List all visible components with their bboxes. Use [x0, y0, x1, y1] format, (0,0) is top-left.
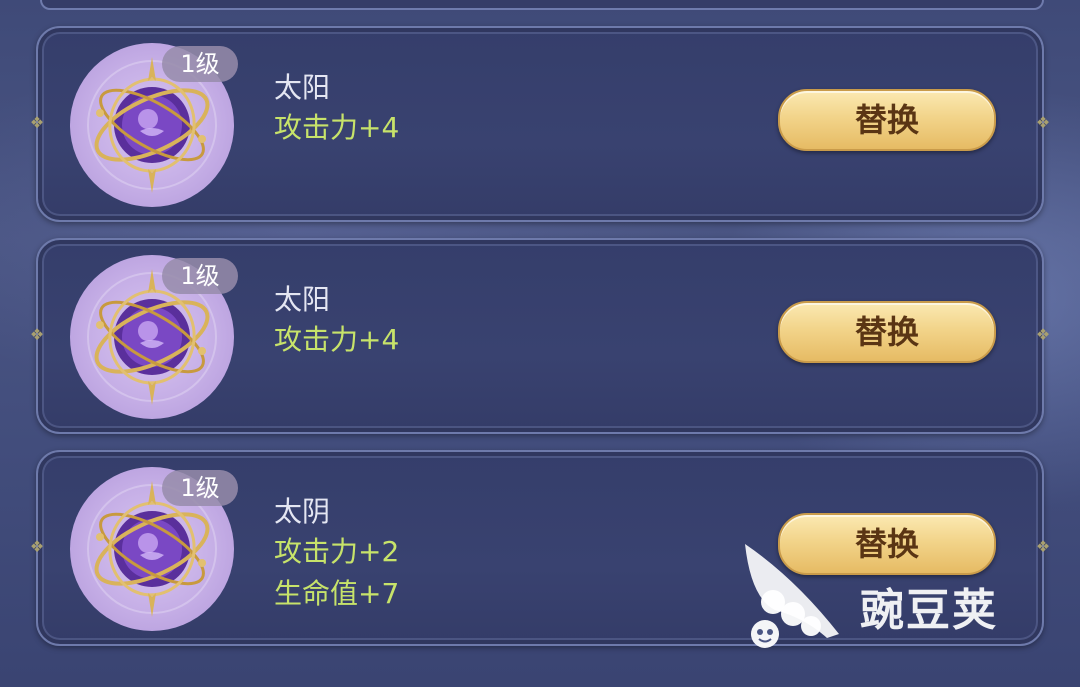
ornament-right-icon: ❖ [1035, 325, 1051, 344]
item-stat: 攻击力+4 [274, 323, 400, 356]
item-name: 太阴 [274, 495, 331, 528]
item-name: 太阳 [274, 283, 331, 316]
pea-pod-icon [745, 544, 839, 648]
item-name: 太阳 [274, 71, 331, 104]
item-card: ❖ ❖ 1级 太阳 攻击力+4 替换 [26, 26, 1054, 222]
watermark-text: 豌豆荚 [860, 585, 998, 636]
item-card: ❖ ❖ 1级 太阳 攻击力+4 替换 [26, 238, 1054, 434]
ornament-left-icon: ❖ [29, 325, 45, 344]
level-badge: 1级 [162, 258, 238, 294]
ornament-left-icon: ❖ [29, 113, 45, 132]
swap-button[interactable]: 替换 [778, 301, 996, 363]
swap-button[interactable]: 替换 [778, 89, 996, 151]
level-badge: 1级 [162, 470, 238, 506]
level-badge: 1级 [162, 46, 238, 82]
item-stat: 攻击力+4 [274, 111, 400, 144]
ornament-left-icon: ❖ [29, 537, 45, 556]
watermark: 豌豆荚 [735, 538, 1055, 648]
item-stat: 攻击力+2 [274, 535, 400, 568]
previous-card-edge [40, 0, 1044, 10]
ornament-right-icon: ❖ [1035, 113, 1051, 132]
item-stat: 生命值+7 [274, 577, 400, 610]
